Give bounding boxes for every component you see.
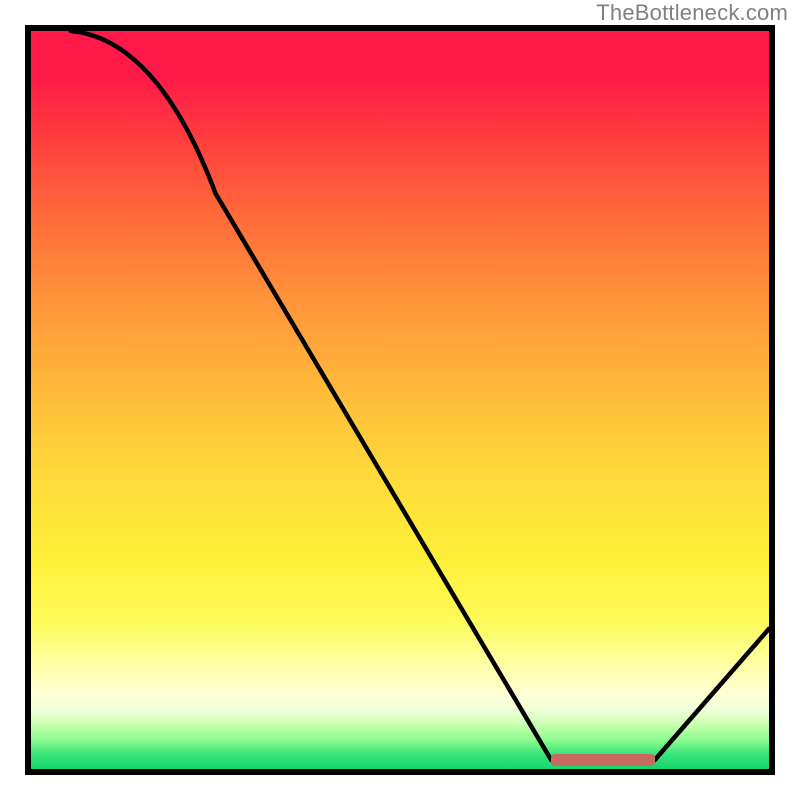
- chart-container: TheBottleneck.com: [0, 0, 800, 800]
- bottleneck-curve: [31, 31, 769, 769]
- plot-area: [25, 25, 775, 775]
- watermark-text: TheBottleneck.com: [596, 0, 788, 26]
- optimal-range-marker: [551, 754, 654, 766]
